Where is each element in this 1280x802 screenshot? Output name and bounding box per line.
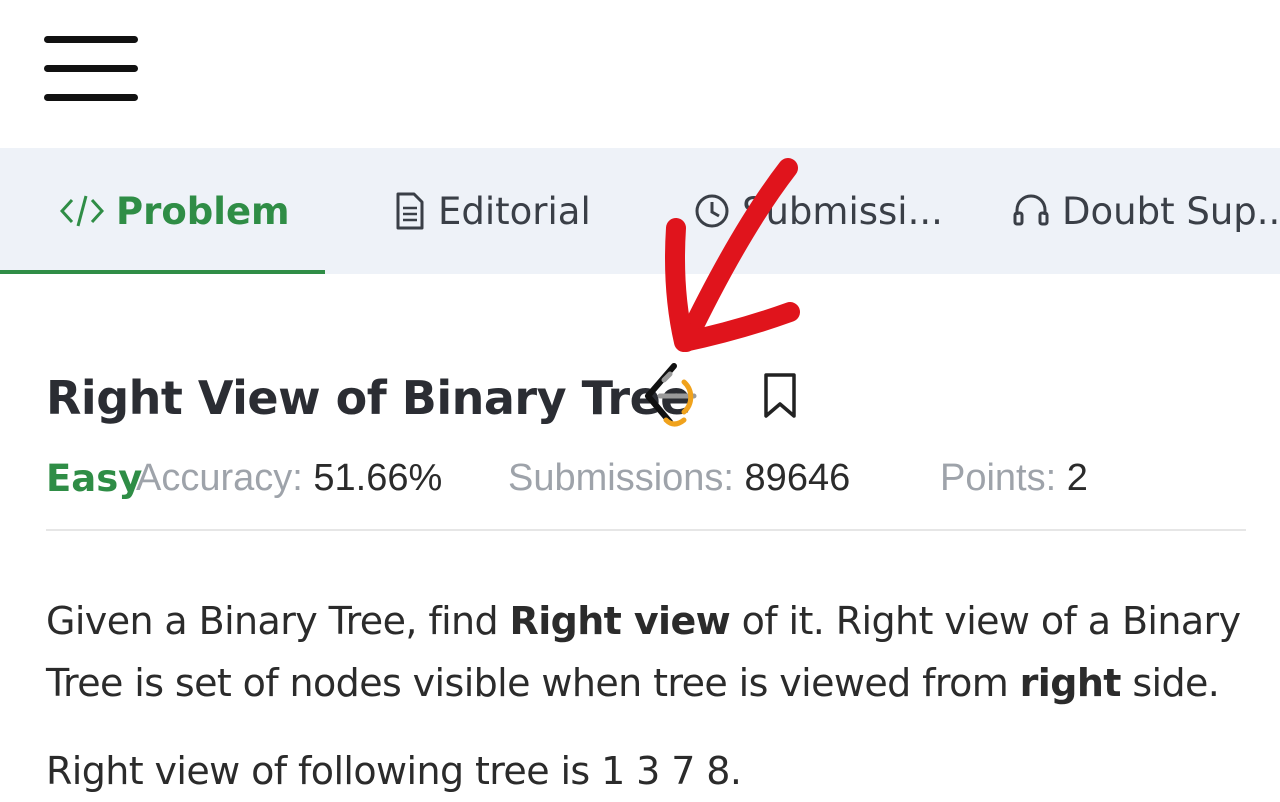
tab-submissions[interactable]: Submissi... xyxy=(694,148,943,274)
leetcode-logo-icon[interactable] xyxy=(640,362,700,430)
submissions-value: 89646 xyxy=(744,456,851,499)
active-tab-indicator xyxy=(0,270,325,274)
description-text: side. xyxy=(1120,661,1220,705)
top-bar xyxy=(0,0,1280,148)
problem-meta: Easy xyxy=(46,448,142,508)
bookmark-icon[interactable] xyxy=(762,372,798,420)
points-stat: Points: 2 xyxy=(940,448,1088,508)
headset-icon xyxy=(1013,194,1049,226)
description-line: Tree is set of nodes visible when tree i… xyxy=(46,652,1240,714)
tab-doubt-support[interactable]: Doubt Sup... xyxy=(1012,148,1280,274)
accuracy-stat: Accuracy: 51.66% xyxy=(136,448,442,508)
description-line: Given a Binary Tree, find Right view of … xyxy=(46,590,1241,652)
accuracy-label: Accuracy: xyxy=(136,456,303,499)
difficulty-badge: Easy xyxy=(46,456,143,500)
description-text: of it. Right view of a Binary xyxy=(730,599,1241,643)
tab-label: Submissi... xyxy=(742,189,943,233)
tab-label: Problem xyxy=(116,189,290,233)
points-value: 2 xyxy=(1066,456,1088,499)
submissions-stat: Submissions: 89646 xyxy=(508,448,850,508)
hamburger-menu-icon[interactable] xyxy=(44,36,138,104)
divider xyxy=(46,529,1246,531)
accuracy-value: 51.66% xyxy=(313,456,443,499)
tab-problem[interactable]: Problem xyxy=(60,148,290,274)
description-bold-text: Right view xyxy=(509,599,731,643)
description-text: Tree is set of nodes visible when tree i… xyxy=(46,661,1020,705)
description-bold-text: right xyxy=(1019,661,1122,705)
clock-icon xyxy=(695,194,729,228)
problem-title-row: Right View of Binary Tree xyxy=(46,360,691,436)
tab-label: Editorial xyxy=(438,189,591,233)
tab-editorial[interactable]: Editorial xyxy=(392,148,591,274)
document-icon xyxy=(396,192,424,230)
example-description: Right view of following tree is 1 3 7 8. xyxy=(46,749,742,793)
problem-title: Right View of Binary Tree xyxy=(46,371,691,425)
problem-description: Given a Binary Tree, find Right view of … xyxy=(46,590,1241,714)
tab-label: Doubt Sup... xyxy=(1062,189,1280,233)
points-label: Points: xyxy=(940,456,1057,499)
submissions-label: Submissions: xyxy=(508,456,734,499)
tab-bar: Problem Editorial Submissi... Doubt Sup.… xyxy=(0,148,1280,274)
description-text: Given a Binary Tree, find xyxy=(46,599,510,643)
code-icon xyxy=(60,195,104,227)
